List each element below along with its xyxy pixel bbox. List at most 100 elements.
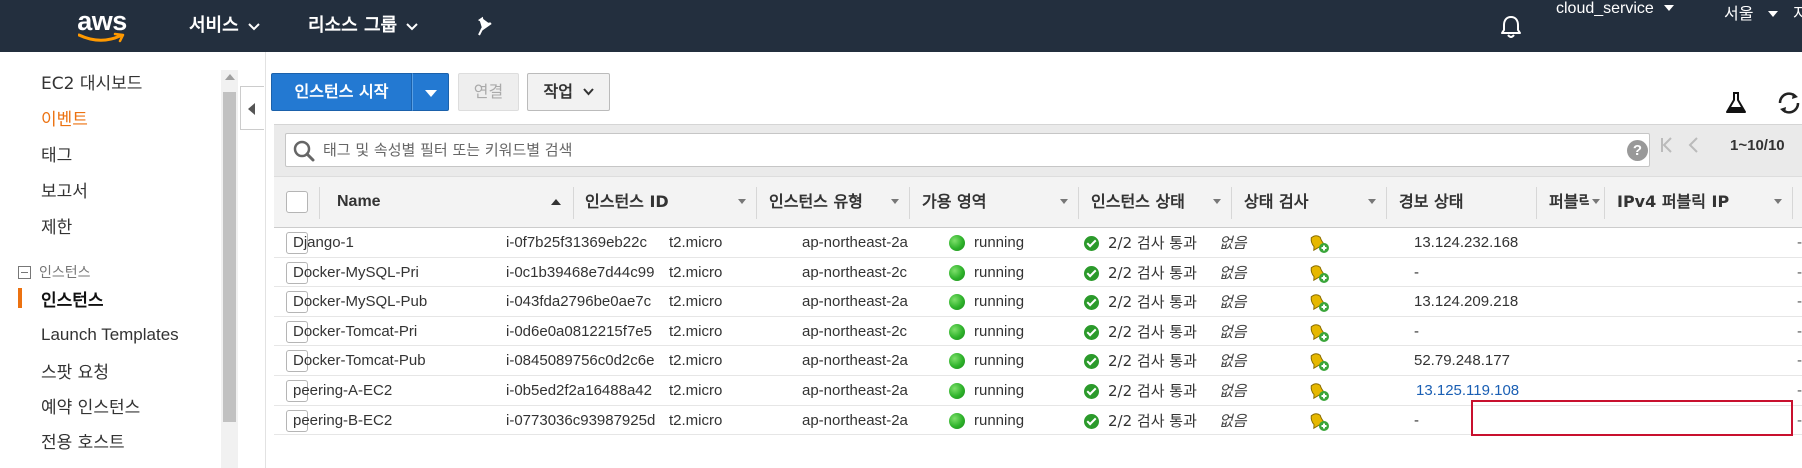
cell-name: peering-B-EC2 — [293, 411, 393, 429]
sidebar-item-dedicated-hosts[interactable]: 전용 호스트 — [41, 428, 125, 453]
cell-instance-type: t2.micro — [669, 293, 723, 311]
alarm-bell-add-icon[interactable] — [1308, 291, 1330, 317]
region-menu[interactable]: 서울 — [1724, 0, 1778, 52]
sidebar-item-instances[interactable]: 인스턴스 — [41, 286, 104, 311]
table-row[interactable]: Docker-MySQL-Pub i-043fda2796be0ae7c t2.mi… — [274, 287, 1802, 317]
sort-caret-icon[interactable] — [1368, 199, 1376, 204]
collapse-minus-icon — [18, 266, 31, 279]
scroll-up-arrow-icon[interactable] — [225, 74, 235, 80]
column-header-public-dns[interactable]: 퍼블릭 — [1549, 177, 1589, 228]
top-navigation-bar: aws 서비스 리소스 그룹 cloud_service 서울 지 — [0, 0, 1802, 52]
column-header-alarm-status[interactable]: 경보 상태 — [1399, 177, 1463, 228]
account-menu[interactable]: cloud_service — [1556, 0, 1675, 52]
cell-alarm-status: 없음 — [1219, 322, 1247, 341]
sort-caret-icon[interactable] — [1774, 199, 1782, 204]
caret-down-icon — [1664, 5, 1675, 11]
select-all-checkbox[interactable] — [286, 191, 308, 213]
resource-groups-menu[interactable]: 리소스 그룹 — [308, 0, 418, 52]
column-divider — [909, 187, 910, 219]
region-label: 서울 — [1724, 6, 1754, 23]
launch-instance-button[interactable]: 인스턴스 시작 — [271, 73, 412, 111]
table-row[interactable]: Docker-MySQL-Pri i-0c1b39468e7d44c99 t2.mi… — [274, 258, 1802, 288]
cell-availability-zone: ap-northeast-2a — [802, 234, 908, 251]
search-box[interactable]: ? — [285, 133, 1650, 167]
scrollbar-thumb[interactable] — [223, 92, 236, 422]
sidebar-item-reserved-instances[interactable]: 예약 인스턴스 — [41, 393, 140, 418]
table-header: Name 인스턴스 ID 인스턴스 유형 가용 영역 인스턴스 상태 상태 검사… — [274, 176, 1802, 228]
alarm-bell-add-icon[interactable] — [1308, 321, 1330, 347]
account-label: cloud_service — [1556, 0, 1654, 17]
column-header-name[interactable]: Name — [337, 177, 381, 228]
sidebar-item-spot-requests[interactable]: 스팟 요청 — [41, 358, 109, 383]
caret-down-icon — [425, 90, 437, 97]
cell-instance-type: t2.micro — [669, 411, 723, 429]
sidebar-item-reports[interactable]: 보고서 — [41, 177, 88, 202]
help-icon[interactable]: ? — [1627, 140, 1648, 161]
services-menu[interactable]: 서비스 — [189, 0, 260, 52]
column-header-instance-type[interactable]: 인스턴스 유형 — [769, 177, 863, 228]
column-header-ipv4-public-ip[interactable]: IPv4 퍼블릭 IP — [1617, 177, 1729, 228]
cell-instance-type: t2.micro — [669, 352, 723, 370]
sidebar-item-launch-templates[interactable]: Launch Templates — [41, 325, 179, 345]
connect-button[interactable]: 연결 — [458, 73, 519, 111]
cell-alarm-status: 없음 — [1219, 411, 1247, 430]
collapse-sidebar-button[interactable] — [240, 86, 264, 130]
overflow-column-value: - — [1797, 294, 1802, 311]
sidebar-section-label: 인스턴스 — [39, 265, 91, 281]
active-indicator — [18, 288, 22, 308]
cell-availability-zone: ap-northeast-2c — [802, 263, 908, 281]
sort-caret-icon[interactable] — [891, 199, 899, 204]
previous-page-icon[interactable] — [1687, 136, 1701, 158]
cell-alarm-status: 없음 — [1219, 293, 1247, 312]
table-row[interactable]: Docker-Tomcat-Pri i-0d6e0a0812215f7e5 t2.m… — [274, 317, 1802, 347]
sidebar-item-tags[interactable]: 태그 — [41, 141, 72, 166]
bell-icon[interactable] — [1500, 15, 1522, 43]
cell-instance-id: i-0845089756c0d2c6e — [506, 352, 655, 370]
support-label: 지 — [1793, 6, 1802, 23]
search-input[interactable] — [323, 138, 1603, 162]
refresh-icon[interactable] — [1776, 91, 1802, 119]
table-row[interactable]: Docker-Tomcat-Pub i-0845089756c0d2c6e t2.m… — [274, 346, 1802, 376]
sort-caret-icon[interactable] — [1592, 199, 1600, 204]
sort-caret-icon[interactable] — [738, 199, 746, 204]
overflow-column-value: - — [1797, 353, 1802, 370]
check-passed-icon — [1084, 354, 1099, 370]
column-header-status-checks[interactable]: 상태 검사 — [1244, 177, 1308, 228]
chevron-left-icon — [248, 103, 255, 115]
table-row[interactable]: Django-1 i-0f7b25f31369eb22c t2.micro ap-no… — [274, 228, 1802, 258]
sidebar-scrollbar[interactable] — [221, 70, 238, 468]
sort-caret-icon[interactable] — [1213, 199, 1221, 204]
flask-icon[interactable] — [1725, 91, 1747, 119]
sort-caret-icon[interactable] — [1060, 199, 1068, 204]
actions-button[interactable]: 작업 — [527, 73, 610, 111]
sidebar-item-events[interactable]: 이벤트 — [41, 105, 88, 130]
pin-icon[interactable] — [476, 16, 494, 36]
column-header-instance-id[interactable]: 인스턴스 ID — [585, 177, 669, 228]
alarm-bell-add-icon[interactable] — [1308, 350, 1330, 376]
cell-name: Docker-Tomcat-Pub — [293, 352, 426, 370]
support-menu-truncated[interactable]: 지 — [1793, 0, 1802, 52]
alarm-bell-add-icon[interactable] — [1308, 380, 1330, 406]
alarm-bell-add-icon[interactable] — [1308, 410, 1330, 436]
cell-instance-id: i-0d6e0a0812215f7e5 — [506, 322, 652, 340]
alarm-bell-add-icon[interactable] — [1308, 262, 1330, 288]
check-passed-icon — [1084, 265, 1099, 281]
sidebar-item-ec2-dashboard[interactable]: EC2 대시보드 — [41, 69, 142, 94]
alarm-bell-add-icon[interactable] — [1308, 232, 1330, 258]
sidebar-item-limits[interactable]: 제한 — [41, 213, 72, 238]
check-passed-icon — [1084, 413, 1099, 429]
column-header-availability-zone[interactable]: 가용 영역 — [922, 177, 986, 228]
cell-instance-id: i-043fda2796be0ae7c — [506, 293, 652, 311]
cell-ipv4-public-ip: 13.124.209.218 — [1414, 293, 1519, 311]
sidebar-section-instances[interactable]: 인스턴스 — [18, 262, 91, 282]
first-page-icon[interactable] — [1659, 136, 1675, 158]
sort-ascending-icon[interactable] — [551, 199, 561, 205]
aws-logo-text: aws — [77, 6, 127, 36]
cell-instance-state: running — [974, 411, 1025, 429]
launch-instance-dropdown-button[interactable] — [412, 73, 449, 111]
column-header-instance-state[interactable]: 인스턴스 상태 — [1091, 177, 1185, 228]
aws-logo[interactable]: aws — [72, 8, 132, 44]
cell-instance-id: i-0f7b25f31369eb22c — [506, 234, 647, 251]
cell-status-checks: 2/2 검사 통과 — [1108, 293, 1197, 312]
overflow-column-value: - — [1797, 412, 1802, 429]
